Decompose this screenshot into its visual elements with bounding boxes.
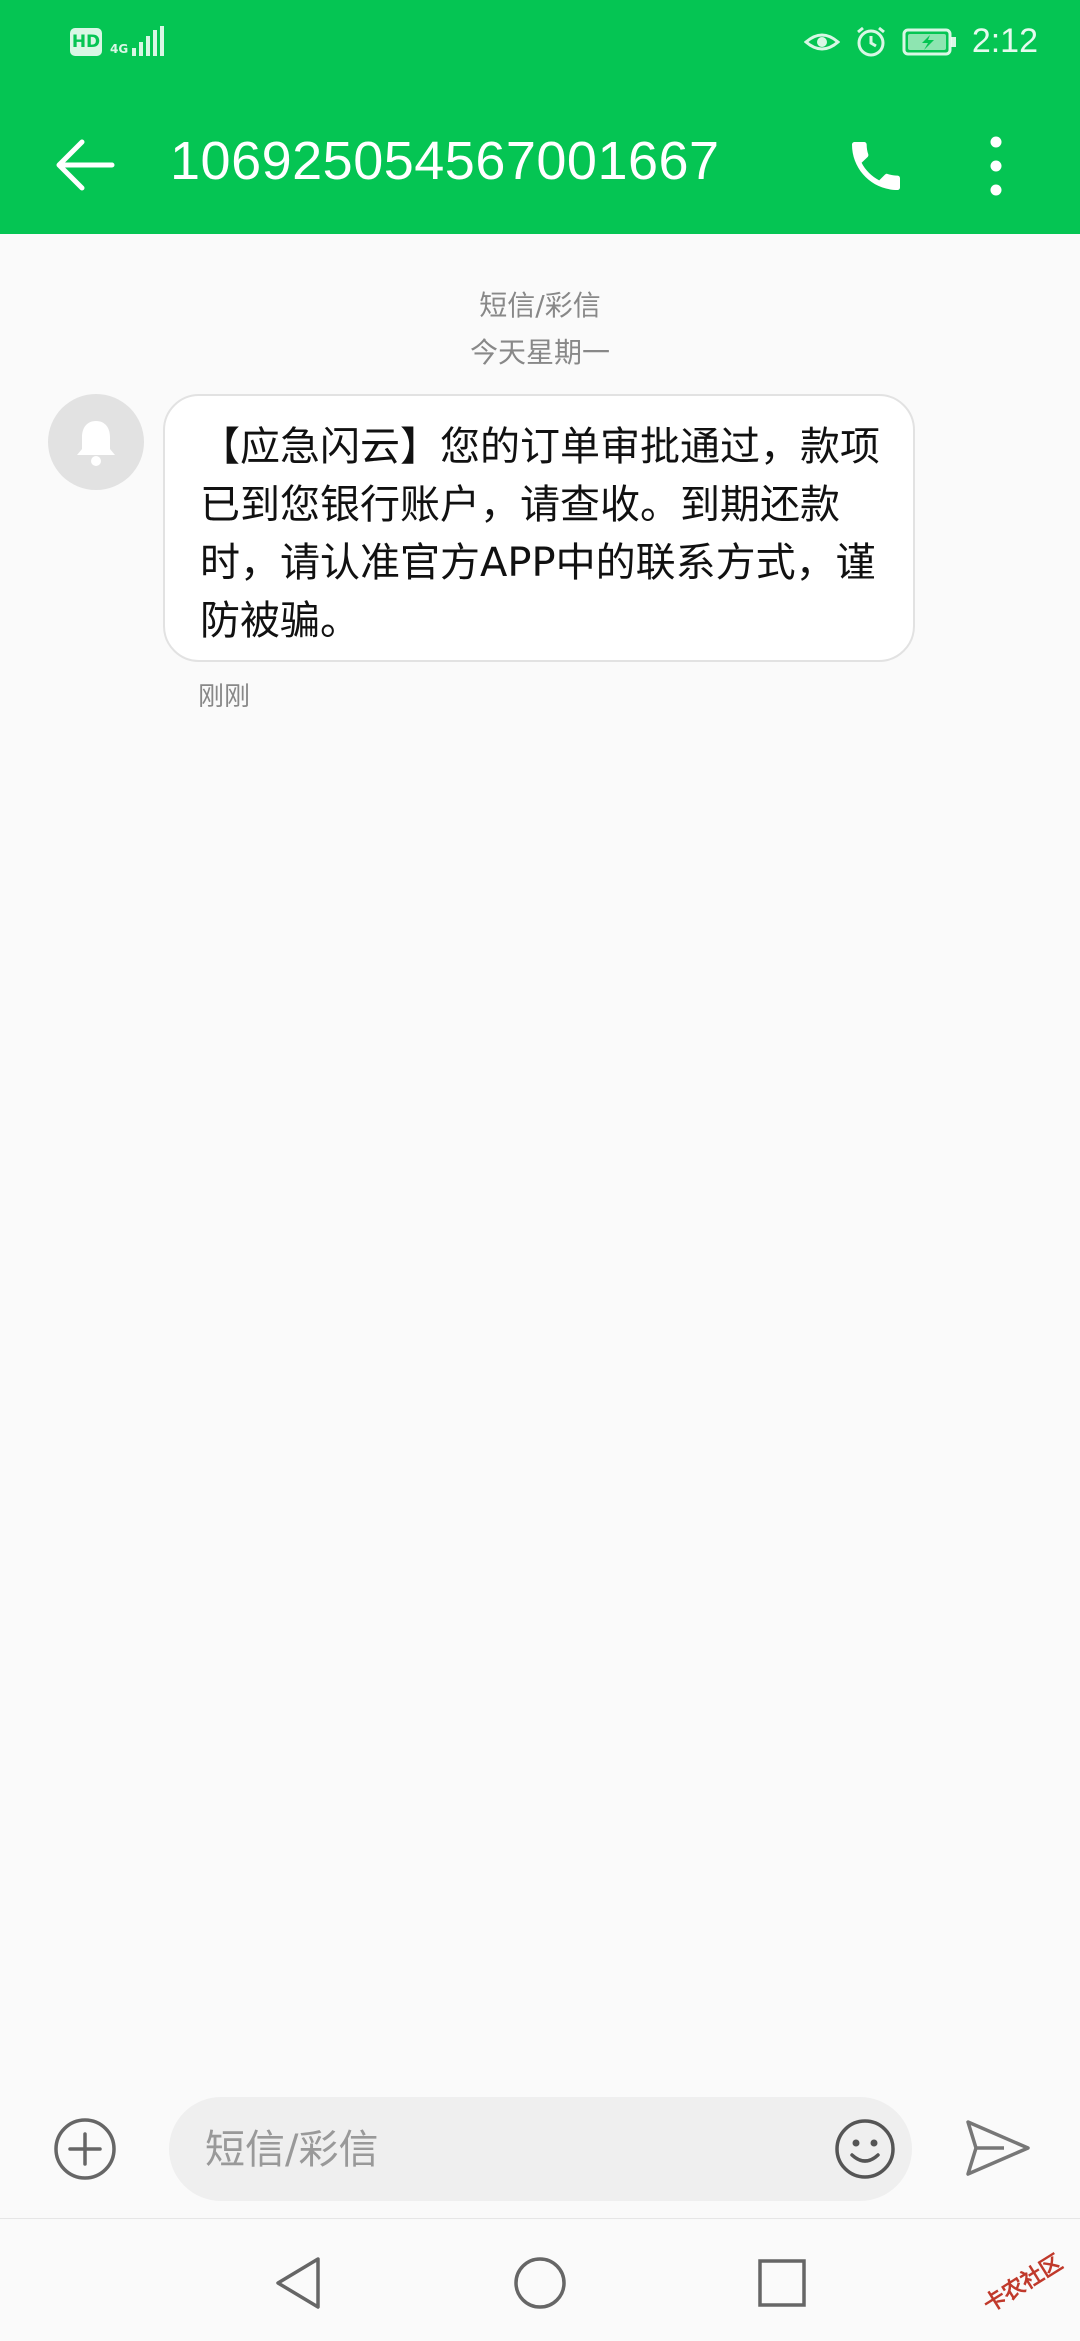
bell-icon [77,421,115,466]
status-right: 2:12 [803,22,1038,61]
add-attachment-icon[interactable] [52,2116,118,2182]
nav-home-icon[interactable] [512,2255,568,2311]
send-icon[interactable] [964,2116,1032,2180]
hd-badge: HD [70,28,102,56]
conversation-header: 1069250545670​01667 [0,110,1080,220]
eye-comfort-icon [803,33,840,50]
nav-back-icon[interactable] [272,2255,324,2311]
back-arrow-icon[interactable] [52,132,118,198]
alarm-icon [856,26,885,56]
compose-bar [0,2090,1080,2220]
contact-number: 1069250545670​01667 [170,131,720,191]
message-input-container[interactable] [169,2097,912,2201]
network-type: 4G [110,42,129,56]
avatar[interactable] [48,394,144,490]
call-icon[interactable] [844,134,908,198]
signal-icon [132,26,165,56]
battery-charging-icon [902,28,956,55]
status-left: HD 4G [70,26,165,56]
nav-recent-apps-icon[interactable] [756,2257,808,2309]
emoji-icon[interactable] [833,2117,897,2181]
app-bar: HD 4G 2:12 [0,0,1080,234]
message-time: 刚刚 [198,682,251,712]
message-input[interactable] [203,2115,777,2185]
date-label: 今天星期一 [469,336,610,369]
more-vert-icon[interactable] [976,132,1016,200]
message-bubble[interactable]: 【应急闪云】您的订单审批通过，款项已到您银行账户，请查收。到期还款时，请认准官方… [163,394,915,662]
network-indicator: 4G [110,26,165,56]
system-nav-bar [0,2218,1080,2341]
channel-label: 短信/彩信 [479,289,601,322]
status-bar: HD 4G 2:12 [0,0,1080,90]
status-time: 2:12 [971,22,1038,60]
